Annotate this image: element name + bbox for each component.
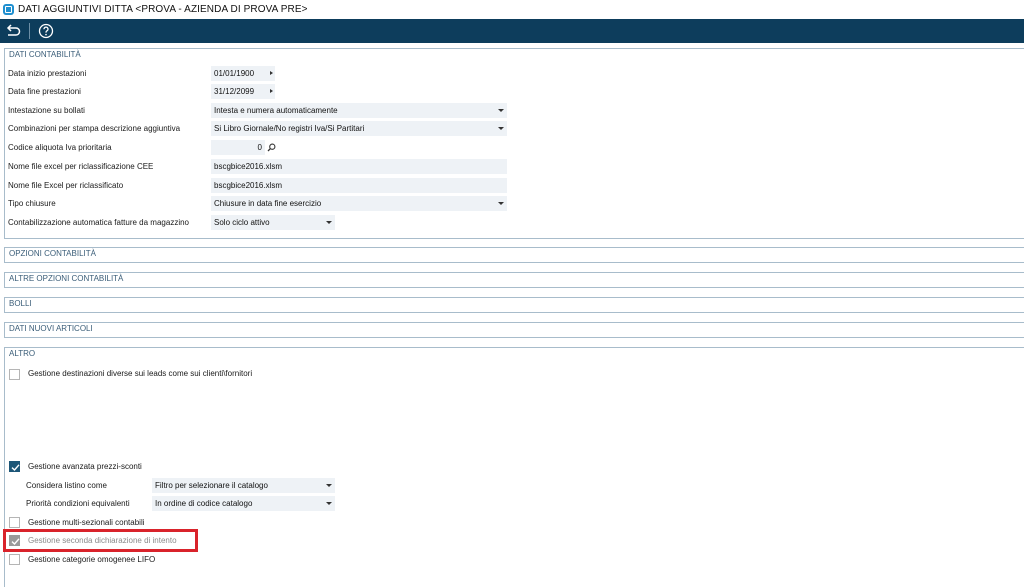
contab-auto-select[interactable]: Solo ciclo attivo bbox=[211, 215, 335, 230]
calendar-arrow-icon[interactable] bbox=[270, 89, 273, 93]
intestazione-value: Intesta e numera automaticamente bbox=[214, 106, 338, 115]
undo-arrow-icon bbox=[6, 24, 21, 36]
highlight-annotation bbox=[3, 529, 198, 552]
priorita-label: Priorità condizioni equivalenti bbox=[26, 499, 130, 508]
section-header: DATI CONTABILITÀ bbox=[9, 50, 81, 59]
chevron-down-icon[interactable] bbox=[326, 484, 332, 487]
label-data-inizio: Data inizio prestazioni bbox=[8, 69, 87, 78]
destinazioni-label: Gestione destinazioni diverse sui leads … bbox=[28, 369, 253, 378]
section-header: ALTRE OPZIONI CONTABILITÀ bbox=[9, 274, 124, 283]
calendar-arrow-icon[interactable] bbox=[270, 71, 273, 75]
tipo-chiusure-value: Chiusure in data fine esercizio bbox=[214, 199, 322, 208]
prezzi-sconti-label: Gestione avanzata prezzi-sconti bbox=[28, 462, 142, 471]
lifo-label: Gestione categorie omogenee LIFO bbox=[28, 555, 156, 564]
checkmark-icon bbox=[11, 464, 20, 472]
multi-sezionali-label: Gestione multi-sezionali contabili bbox=[28, 518, 145, 527]
chevron-down-icon[interactable] bbox=[498, 109, 504, 112]
toolbar-separator bbox=[29, 23, 30, 39]
data-fine-field[interactable]: 31/12/2099 bbox=[211, 84, 275, 99]
help-circle-icon bbox=[38, 23, 54, 39]
data-inizio-field[interactable]: 01/01/1900 bbox=[211, 66, 275, 81]
label-contab-auto: Contabilizzazione automatica fatture da … bbox=[8, 218, 189, 227]
search-icon[interactable] bbox=[267, 143, 276, 152]
section-dati-nuovi-articoli[interactable]: DATI NUOVI ARTICOLI bbox=[4, 322, 1024, 338]
label-intestazione: Intestazione su bollati bbox=[8, 106, 85, 115]
section-opzioni-contabilita[interactable]: OPZIONI CONTABILITÀ bbox=[4, 247, 1024, 263]
title-bar: DATI AGGIUNTIVI DITTA <PROVA - AZIENDA D… bbox=[0, 0, 1024, 19]
label-combinazioni: Combinazioni per stampa descrizione aggi… bbox=[8, 124, 181, 133]
back-button[interactable] bbox=[0, 19, 26, 43]
section-header: DATI NUOVI ARTICOLI bbox=[9, 324, 93, 333]
combinazioni-select[interactable]: Si Libro Giornale/No registri Iva/Si Par… bbox=[211, 121, 507, 136]
lifo-checkbox[interactable] bbox=[9, 554, 20, 565]
codice-iva-field[interactable]: 0 bbox=[211, 140, 265, 155]
chevron-down-icon[interactable] bbox=[326, 502, 332, 505]
section-header: OPZIONI CONTABILITÀ bbox=[9, 249, 96, 258]
section-dati-contabilita: DATI CONTABILITÀ bbox=[4, 48, 1024, 239]
codice-iva-value: 0 bbox=[257, 143, 262, 152]
listino-value: Filtro per selezionare il catalogo bbox=[155, 481, 268, 490]
priorita-select[interactable]: In ordine di codice catalogo bbox=[152, 496, 335, 511]
content-area: DATI CONTABILITÀ Data inizio prestazioni… bbox=[0, 43, 1024, 587]
label-excel-riclass: Nome file Excel per riclassificato bbox=[8, 181, 124, 190]
toolbar bbox=[0, 19, 1024, 43]
priorita-value: In ordine di codice catalogo bbox=[155, 499, 253, 508]
intestazione-select[interactable]: Intesta e numera automaticamente bbox=[211, 103, 507, 118]
chevron-down-icon[interactable] bbox=[326, 221, 332, 224]
label-data-fine: Data fine prestazioni bbox=[8, 87, 81, 96]
window-title: DATI AGGIUNTIVI DITTA <PROVA - AZIENDA D… bbox=[18, 4, 308, 15]
contab-auto-value: Solo ciclo attivo bbox=[214, 218, 270, 227]
section-bolli[interactable]: BOLLI bbox=[4, 297, 1024, 313]
chevron-down-icon[interactable] bbox=[498, 202, 504, 205]
data-fine-value: 31/12/2099 bbox=[214, 87, 255, 96]
listino-select[interactable]: Filtro per selezionare il catalogo bbox=[152, 478, 335, 493]
help-button[interactable] bbox=[33, 19, 59, 43]
section-header: BOLLI bbox=[9, 299, 32, 308]
chevron-down-icon[interactable] bbox=[498, 127, 504, 130]
multi-sezionali-checkbox[interactable] bbox=[9, 517, 20, 528]
prezzi-sconti-checkbox[interactable] bbox=[9, 461, 20, 472]
label-excel-cee: Nome file excel per riclassificazione CE… bbox=[8, 162, 154, 171]
data-inizio-value: 01/01/1900 bbox=[214, 69, 255, 78]
excel-riclass-value: bscgbice2016.xlsm bbox=[214, 181, 283, 190]
label-codice-iva: Codice aliquota Iva prioritaria bbox=[8, 143, 112, 152]
combinazioni-value: Si Libro Giornale/No registri Iva/Si Par… bbox=[214, 124, 365, 133]
label-tipo-chiusure: Tipo chiusure bbox=[8, 199, 56, 208]
tipo-chiusure-select[interactable]: Chiusure in data fine esercizio bbox=[211, 196, 507, 211]
section-altre-opzioni[interactable]: ALTRE OPZIONI CONTABILITÀ bbox=[4, 272, 1024, 288]
listino-label: Considera listino come bbox=[26, 481, 107, 490]
excel-cee-field[interactable]: bscgbice2016.xlsm bbox=[211, 159, 507, 174]
excel-cee-value: bscgbice2016.xlsm bbox=[214, 162, 283, 171]
section-header: ALTRO bbox=[9, 349, 36, 358]
app-logo-icon bbox=[3, 4, 14, 15]
destinazioni-checkbox[interactable] bbox=[9, 369, 20, 380]
excel-riclass-field[interactable]: bscgbice2016.xlsm bbox=[211, 178, 507, 193]
